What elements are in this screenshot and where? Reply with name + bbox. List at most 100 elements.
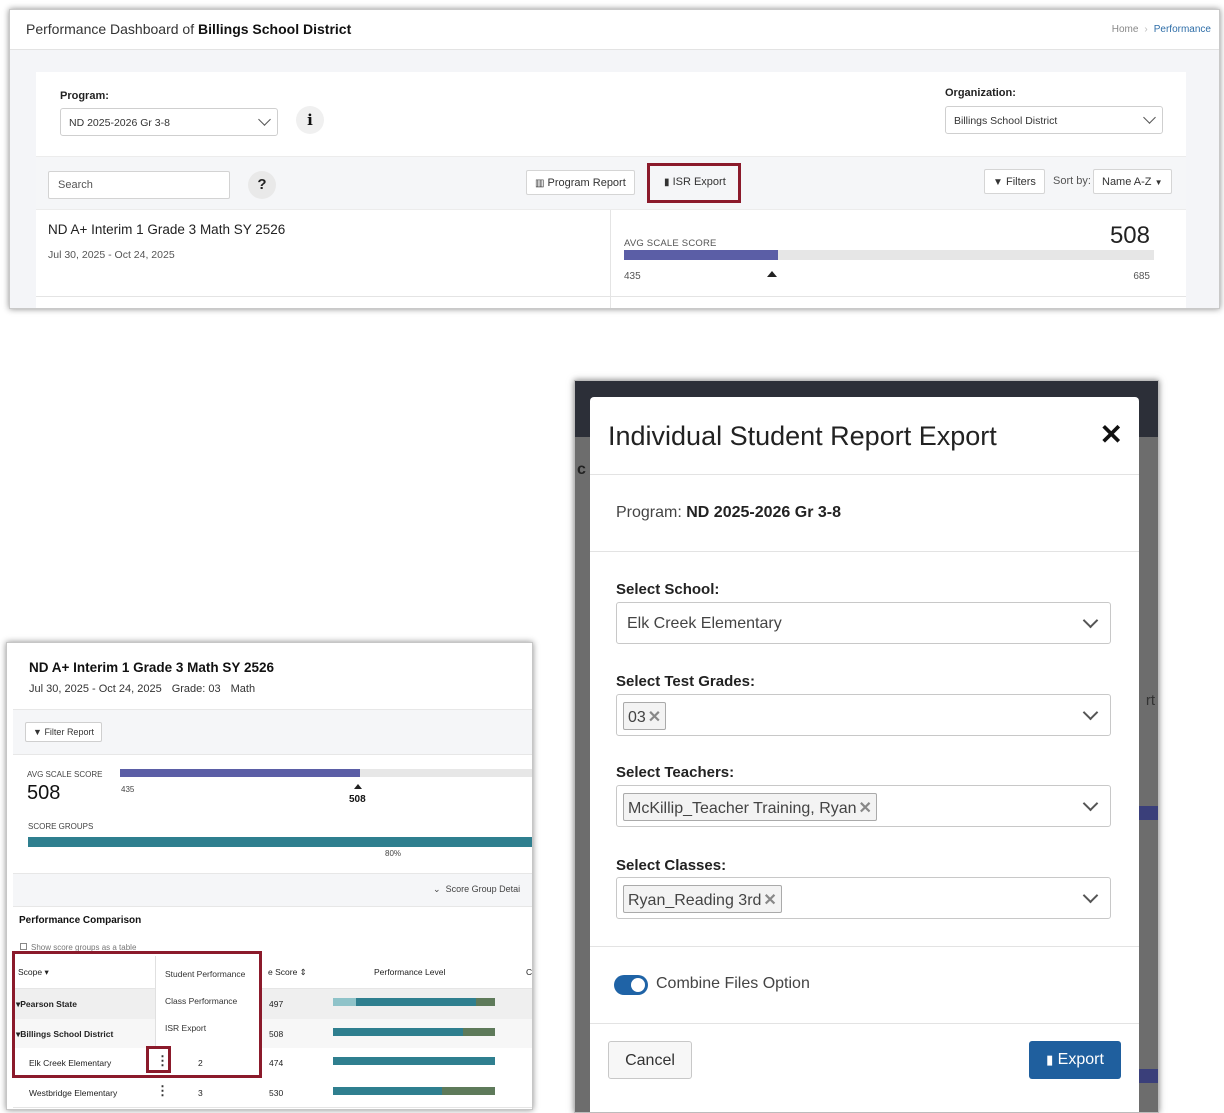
dialog-program-prefix: Program: [616,504,687,521]
score-groups-label: SCORE GROUPS [28,822,94,831]
page-title-org: Billings School District [197,21,352,37]
row-score: 497 [269,999,284,1009]
search-input[interactable]: Search [48,171,230,199]
score-min: 435 [624,271,641,282]
divider [590,1023,1139,1024]
isr-export-label: ISR Export [672,176,726,188]
breadcrumb-home[interactable]: Home [1112,24,1139,35]
performance-level-segment [333,1057,495,1065]
grades-select[interactable]: 03 ✕ [616,694,1111,736]
organization-label: Organization: [945,87,1016,99]
avg-score-bar [624,250,1154,260]
filters-label: Filters [1005,176,1036,188]
detail-score-bar [120,769,532,777]
detail-avg-label: AVG SCALE SCORE [27,770,103,779]
class-tag: Ryan_Reading 3rd ✕ [623,885,782,913]
report-detail-panel: ND A+ Interim 1 Grade 3 Math SY 2526 Jul… [6,642,533,1110]
divider [590,551,1139,552]
isr-export-button[interactable]: ▮ ISR Export [656,170,734,195]
column-header-score[interactable]: e Score ⇕ [268,967,307,978]
column-header-score-label: e Score [268,967,298,977]
checkbox-icon [20,943,27,950]
breadcrumb: Home › Performance [1112,24,1211,35]
score-groups-bar [28,837,532,847]
organization-select-value: Billings School District [954,115,1058,127]
chart-icon: ▥ [535,178,545,189]
test-dates: Jul 30, 2025 - Oct 24, 2025 [48,249,175,261]
detail-score-marker-value: 508 [349,794,366,805]
filter-icon: ▼ [993,177,1003,188]
score-groups-percent: 80% [385,849,402,858]
close-icon[interactable]: ✕ [1100,418,1123,451]
avg-scale-score-value: 508 [1109,222,1150,249]
teacher-tag: McKillip_Teacher Training, Ryan ✕ [623,793,877,821]
test-title[interactable]: ND A+ Interim 1 Grade 3 Math SY 2526 [48,222,285,237]
sort-select[interactable]: Name A-Z ▼ [1093,169,1172,194]
page-title-prefix: Performance Dashboard of [26,21,198,37]
program-select[interactable]: ND 2025-2026 Gr 3-8 [60,108,278,136]
teachers-select[interactable]: McKillip_Teacher Training, Ryan ✕ [616,785,1111,827]
sort-value: Name A-Z [1102,176,1152,188]
select-grades-label: Select Test Grades: [616,673,755,690]
score-marker-icon [354,784,362,789]
score-group-details-toggle[interactable]: ⌄ Score Group Detai [433,884,520,895]
isr-export-dialog: Individual Student Report Export ✕ Progr… [590,397,1139,1112]
chevron-down-icon [1143,111,1156,124]
file-icon: ▮ [664,177,670,188]
info-icon[interactable]: i [296,106,324,134]
remove-tag-icon[interactable]: ✕ [648,709,661,726]
divider [36,296,1186,297]
filter-icon: ▼ [33,727,42,737]
detail-score-min: 435 [121,785,135,794]
export-button[interactable]: ▮ Export [1029,1041,1121,1079]
row-score: 474 [269,1058,284,1068]
chevron-down-icon [1082,612,1099,629]
organization-select[interactable]: Billings School District [945,106,1163,134]
class-tag-label: Ryan_Reading 3rd [628,892,762,909]
detail-score-bar-fill [120,769,361,777]
teacher-tag-label: McKillip_Teacher Training, Ryan [628,800,857,817]
modal-panel: c rt 450 Individual Student Report Expor… [574,380,1159,1113]
performance-level-segment [333,1027,463,1036]
chevron-down-icon [1082,887,1099,904]
sort-icon: ⇕ [299,967,307,977]
chevron-down-icon [1082,704,1099,721]
divider [610,210,611,308]
filters-button[interactable]: ▼ Filters [984,169,1045,194]
dialog-program-value: ND 2025-2026 Gr 3-8 [686,504,842,521]
remove-tag-icon[interactable]: ✕ [859,800,872,817]
combine-files-toggle[interactable] [614,975,648,995]
filter-report-label: Filter Report [44,727,94,737]
program-select-value: ND 2025-2026 Gr 3-8 [69,117,170,129]
row-scope-name: Westbridge Elementary [29,1087,118,1098]
performance-level-segment [333,1086,442,1095]
program-report-button[interactable]: ▥ Program Report [526,170,635,195]
detail-title: ND A+ Interim 1 Grade 3 Math SY 2526 [29,660,274,675]
kebab-highlight [146,1046,171,1073]
file-download-icon: ▮ [1046,1052,1054,1067]
dialog-header: Individual Student Report Export ✕ [590,397,1139,475]
page-title: Performance Dashboard of Billings School… [26,21,351,37]
row-score: 530 [269,1087,284,1098]
filter-report-button[interactable]: ▼ Filter Report [25,722,102,742]
row-count: 3 [198,1087,203,1098]
divider [590,946,1139,947]
kebab-menu-icon[interactable]: ⋮ [156,1083,169,1099]
cancel-button[interactable]: Cancel [608,1041,692,1079]
school-select[interactable]: Elk Creek Elementary [616,602,1111,644]
school-select-value: Elk Creek Elementary [627,615,782,632]
breadcrumb-current[interactable]: Performance [1154,24,1211,35]
performance-level-segment [333,998,356,1006]
performance-comparison-title: Performance Comparison [19,915,142,926]
select-school-label: Select School: [616,581,720,598]
remove-tag-icon[interactable]: ✕ [763,892,776,909]
help-icon[interactable]: ? [248,171,276,199]
toggle-knob [631,978,645,992]
performance-level-segment [475,998,495,1006]
backdrop-bar [1138,1069,1158,1083]
column-header-level: Performance Level [374,967,446,977]
dashboard-toolbar: Search ? ▥ Program Report ▮ ISR Export ▼… [36,156,1186,210]
classes-select[interactable]: Ryan_Reading 3rd ✕ [616,877,1111,919]
breadcrumb-separator-icon: › [1144,24,1148,35]
performance-level-segment [441,1086,495,1095]
